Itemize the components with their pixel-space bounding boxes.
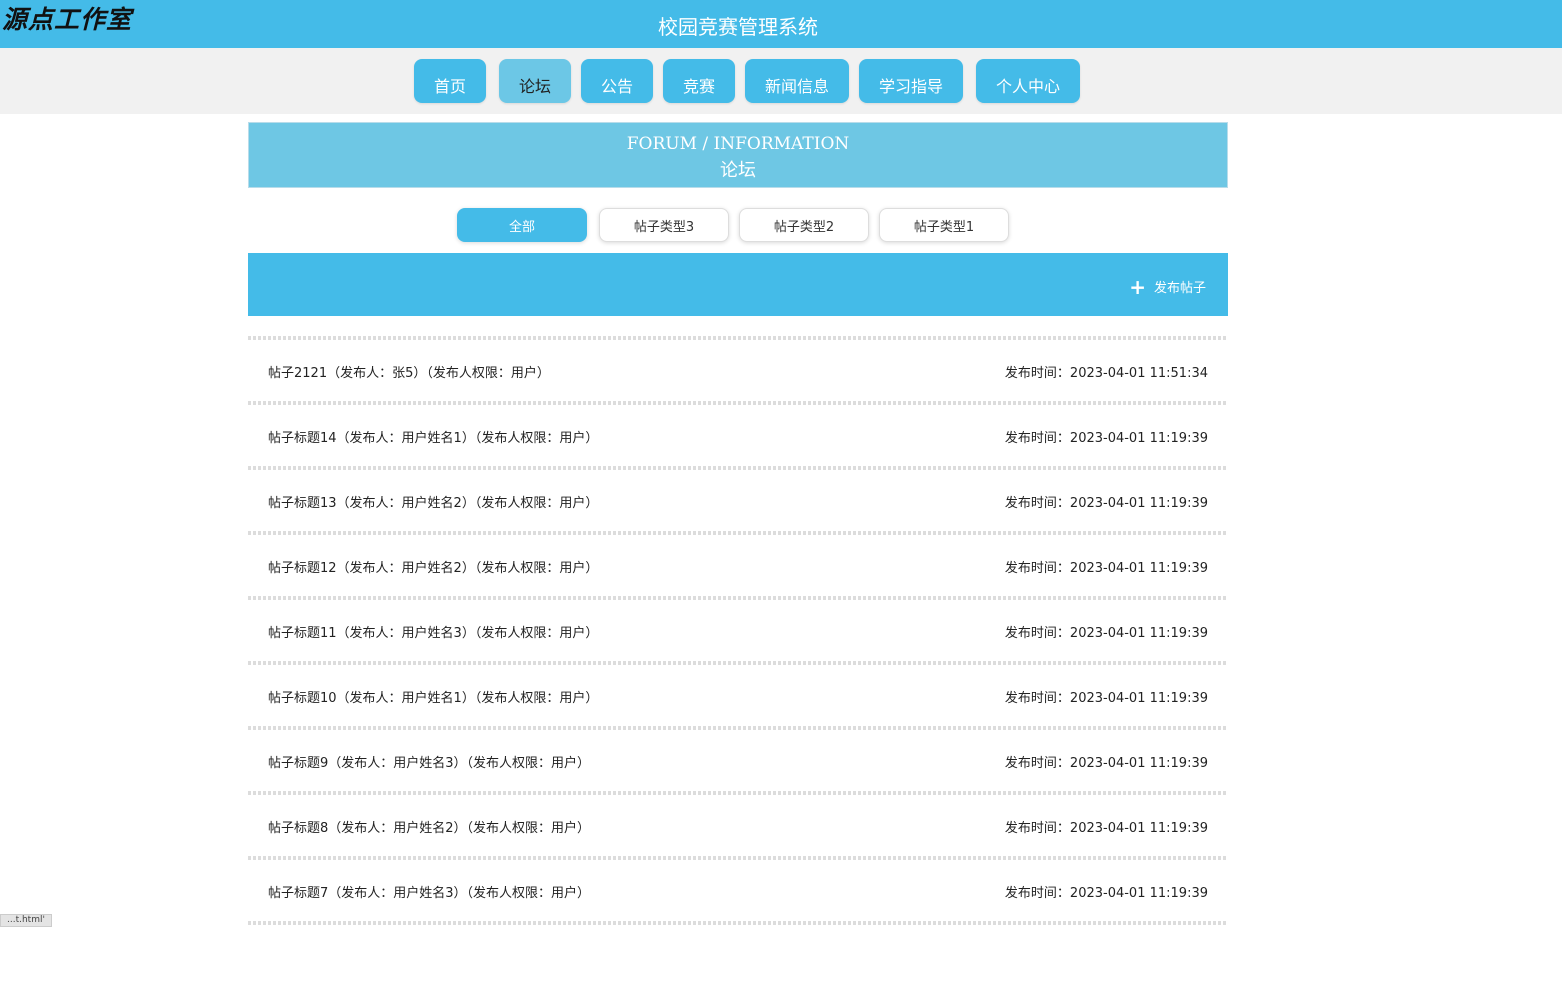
nav-home[interactable]: 首页 bbox=[414, 59, 486, 103]
action-bar: + 发布帖子 bbox=[248, 253, 1228, 316]
post-title[interactable]: 帖子标题12（发布人：用户姓名2）（发布人权限：用户） bbox=[268, 557, 598, 576]
row-divider bbox=[248, 531, 1228, 535]
post-title[interactable]: 帖子标题7（发布人：用户姓名3）（发布人权限：用户） bbox=[268, 882, 590, 901]
plus-icon: + bbox=[1129, 274, 1146, 299]
list-item[interactable]: 帖子标题14（发布人：用户姓名1）（发布人权限：用户） 发布时间：2023-04… bbox=[248, 401, 1228, 466]
post-time: 发布时间：2023-04-01 11:19:39 bbox=[1004, 691, 1208, 706]
post-time: 发布时间：2023-04-01 11:19:39 bbox=[1004, 431, 1208, 446]
banner-title-en: FORUM / INFORMATION bbox=[626, 134, 850, 154]
nav-study-guide[interactable]: 学习指导 bbox=[859, 59, 963, 103]
filter-type-2[interactable]: 帖子类型2 bbox=[739, 208, 869, 242]
row-divider bbox=[248, 921, 1228, 925]
post-title[interactable]: 帖子2121（发布人：张5）（发布人权限：用户） bbox=[268, 362, 550, 381]
row-divider bbox=[248, 401, 1228, 405]
row-divider bbox=[248, 726, 1228, 730]
post-time: 发布时间：2023-04-01 11:19:39 bbox=[1004, 821, 1208, 836]
post-time: 发布时间：2023-04-01 11:19:39 bbox=[1004, 756, 1208, 771]
post-title[interactable]: 帖子标题14（发布人：用户姓名1）（发布人权限：用户） bbox=[268, 427, 598, 446]
banner-title-cn: 论坛 bbox=[720, 160, 756, 181]
post-title[interactable]: 帖子标题8（发布人：用户姓名2）（发布人权限：用户） bbox=[268, 817, 590, 836]
post-title[interactable]: 帖子标题9（发布人：用户姓名3）（发布人权限：用户） bbox=[268, 752, 590, 771]
system-title: 校园竞赛管理系统 bbox=[658, 15, 818, 39]
row-divider bbox=[248, 336, 1228, 340]
nav-competition[interactable]: 竞赛 bbox=[663, 59, 735, 103]
post-time: 发布时间：2023-04-01 11:51:34 bbox=[1004, 366, 1208, 381]
list-item[interactable]: 帖子2121（发布人：张5）（发布人权限：用户） 发布时间：2023-04-01… bbox=[248, 336, 1228, 401]
list-item[interactable]: 帖子标题11（发布人：用户姓名3）（发布人权限：用户） 发布时间：2023-04… bbox=[248, 596, 1228, 661]
status-url-tooltip: ...t.html' bbox=[0, 914, 52, 927]
post-title[interactable]: 帖子标题11（发布人：用户姓名3）（发布人权限：用户） bbox=[268, 622, 598, 641]
post-title[interactable]: 帖子标题10（发布人：用户姓名1）（发布人权限：用户） bbox=[268, 687, 598, 706]
row-divider bbox=[248, 856, 1228, 860]
add-post-button[interactable]: + 发布帖子 bbox=[1129, 274, 1206, 299]
filter-all[interactable]: 全部 bbox=[457, 208, 587, 242]
section-banner: FORUM / INFORMATION 论坛 bbox=[248, 122, 1228, 188]
list-item[interactable]: 帖子标题9（发布人：用户姓名3）（发布人权限：用户） 发布时间：2023-04-… bbox=[248, 726, 1228, 791]
filter-type-3[interactable]: 帖子类型3 bbox=[599, 208, 729, 242]
list-item[interactable]: 帖子标题10（发布人：用户姓名1）（发布人权限：用户） 发布时间：2023-04… bbox=[248, 661, 1228, 726]
row-divider bbox=[248, 466, 1228, 470]
row-divider bbox=[248, 791, 1228, 795]
list-item[interactable]: 帖子标题12（发布人：用户姓名2）（发布人权限：用户） 发布时间：2023-04… bbox=[248, 531, 1228, 596]
row-divider bbox=[248, 596, 1228, 600]
list-item[interactable]: 帖子标题7（发布人：用户姓名3）（发布人权限：用户） 发布时间：2023-04-… bbox=[248, 856, 1228, 921]
list-item[interactable]: 帖子标题13（发布人：用户姓名2）（发布人权限：用户） 发布时间：2023-04… bbox=[248, 466, 1228, 531]
nav-news[interactable]: 新闻信息 bbox=[745, 59, 849, 103]
row-divider bbox=[248, 661, 1228, 665]
nav-notice[interactable]: 公告 bbox=[581, 59, 653, 103]
filter-type-1[interactable]: 帖子类型1 bbox=[879, 208, 1009, 242]
post-list: 帖子2121（发布人：张5）（发布人权限：用户） 发布时间：2023-04-01… bbox=[248, 336, 1228, 986]
nav-personal-center[interactable]: 个人中心 bbox=[976, 59, 1080, 103]
list-end bbox=[248, 921, 1228, 986]
post-time: 发布时间：2023-04-01 11:19:39 bbox=[1004, 561, 1208, 576]
nav-forum[interactable]: 论坛 bbox=[499, 59, 571, 103]
post-title[interactable]: 帖子标题13（发布人：用户姓名2）（发布人权限：用户） bbox=[268, 492, 598, 511]
post-time: 发布时间：2023-04-01 11:19:39 bbox=[1004, 626, 1208, 641]
post-time: 发布时间：2023-04-01 11:19:39 bbox=[1004, 496, 1208, 511]
add-post-label: 发布帖子 bbox=[1153, 281, 1206, 296]
post-time: 发布时间：2023-04-01 11:19:39 bbox=[1004, 886, 1208, 901]
top-bar: 源点工作室 校园竞赛管理系统 bbox=[0, 0, 1562, 48]
list-item[interactable]: 帖子标题8（发布人：用户姓名2）（发布人权限：用户） 发布时间：2023-04-… bbox=[248, 791, 1228, 856]
